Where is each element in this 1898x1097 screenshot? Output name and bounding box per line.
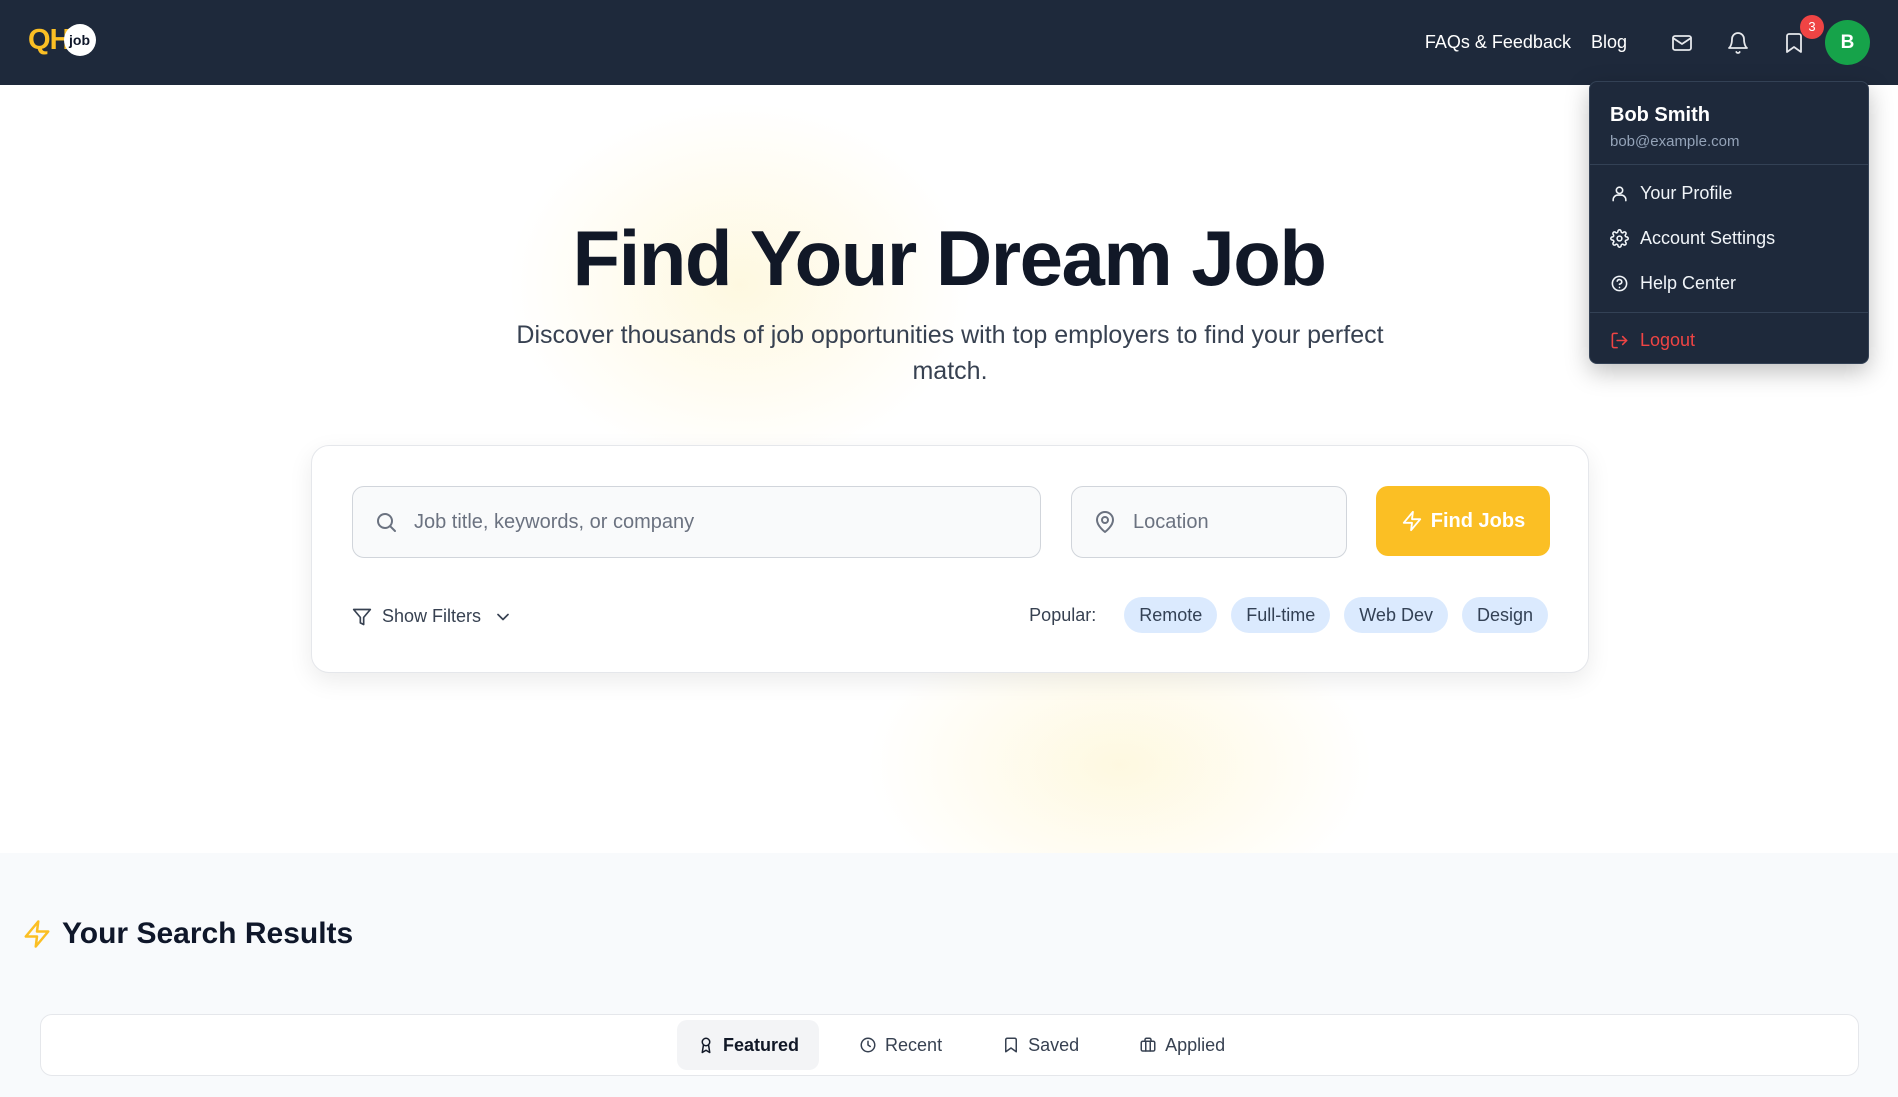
- keyword-input[interactable]: [414, 510, 1040, 534]
- tab-label: Recent: [885, 1034, 943, 1055]
- keyword-search-box: [352, 486, 1041, 558]
- show-filters-toggle[interactable]: Show Filters: [352, 606, 513, 627]
- mail-icon[interactable]: [1669, 30, 1695, 56]
- bell-icon[interactable]: [1725, 30, 1751, 56]
- location-search-box: [1071, 486, 1347, 558]
- tab-recent[interactable]: Recent: [839, 1020, 962, 1070]
- chevron-down-icon: [497, 613, 509, 620]
- nav-right: FAQs & Feedback Blog 3 B: [1425, 0, 1870, 85]
- user-icon: [1612, 186, 1627, 202]
- popular-label: Popular:: [1029, 604, 1097, 625]
- nav-link-blog[interactable]: Blog: [1591, 32, 1627, 53]
- menu-item-help-center[interactable]: Help Center: [1590, 261, 1868, 306]
- lightning-icon: [1402, 510, 1421, 532]
- search-icon: [377, 513, 396, 532]
- bookmark-icon[interactable]: 3: [1781, 14, 1824, 56]
- tab-saved[interactable]: Saved: [982, 1020, 1099, 1070]
- help-circle-icon: [1611, 275, 1628, 292]
- top-navbar: QH job FAQs & Feedback Blog 3 B: [0, 0, 1898, 85]
- popular-tag-design[interactable]: Design: [1461, 597, 1548, 633]
- menu-item-label: Your Profile: [1640, 183, 1733, 203]
- results-title: Your Search Results: [62, 917, 354, 950]
- popular-tag-full-time[interactable]: Full-time: [1231, 597, 1331, 633]
- award-icon: [701, 1037, 711, 1054]
- show-filters-label: Show Filters: [382, 606, 482, 626]
- logout-label: Logout: [1640, 329, 1696, 350]
- search-card: Find Jobs Show Filters Popular: Remote F…: [311, 445, 1589, 673]
- hero-subtitle: Discover thousands of job opportunities …: [516, 321, 1384, 385]
- find-jobs-button[interactable]: Find Jobs: [1376, 486, 1550, 556]
- user-email: bob@example.com: [1610, 133, 1740, 150]
- popular-tag-remote[interactable]: Remote: [1124, 597, 1218, 633]
- user-menu-items: Your Profile Account Settings Help Cente…: [1590, 165, 1868, 313]
- tab-label: Applied: [1165, 1034, 1226, 1055]
- nav-link-faq[interactable]: FAQs & Feedback: [1425, 32, 1571, 53]
- logout-icon: [1611, 332, 1628, 348]
- tab-featured[interactable]: Featured: [677, 1020, 820, 1070]
- tab-label: Featured: [723, 1034, 800, 1055]
- user-menu-header: Bob Smith bob@example.com: [1590, 82, 1868, 165]
- menu-item-account-settings[interactable]: Account Settings: [1590, 216, 1868, 261]
- site-logo[interactable]: QH job: [28, 24, 96, 56]
- briefcase-icon: [1140, 1037, 1156, 1052]
- bookmark-count-badge: 3: [1800, 14, 1824, 39]
- menu-item-label: Help Center: [1640, 273, 1737, 293]
- lightning-icon: [24, 920, 50, 948]
- gear-icon: [1610, 229, 1629, 248]
- popular-tag-web-dev[interactable]: Web Dev: [1344, 597, 1448, 633]
- bookmark-icon: [1005, 1037, 1018, 1053]
- tab-label: Saved: [1028, 1034, 1080, 1055]
- menu-item-label: Account Settings: [1640, 228, 1776, 248]
- search-results-section: Your Search Results Featured Recent Save…: [0, 853, 1898, 1097]
- user-avatar[interactable]: B: [1825, 20, 1870, 65]
- map-pin-icon: [1096, 511, 1114, 533]
- user-menu-dropdown: Bob Smith bob@example.com Your Profile A…: [1589, 81, 1869, 364]
- find-jobs-label: Find Jobs: [1430, 509, 1526, 532]
- logo-badge: job: [63, 24, 96, 56]
- menu-item-your-profile[interactable]: Your Profile: [1590, 171, 1868, 216]
- location-input[interactable]: [1133, 510, 1346, 534]
- clock-icon: [860, 1037, 876, 1053]
- results-heading: Your Search Results: [22, 917, 353, 951]
- results-tabs-bar: Featured Recent Saved Applied: [40, 1014, 1859, 1076]
- logout-button[interactable]: Logout: [1590, 313, 1868, 367]
- filter-icon: [352, 608, 372, 625]
- popular-tags: Popular: Remote Full-time Web Dev Design: [1029, 597, 1548, 633]
- results-tabs: Featured Recent Saved Applied: [677, 1020, 1265, 1070]
- user-name: Bob Smith: [1610, 104, 1710, 126]
- tab-applied[interactable]: Applied: [1119, 1020, 1245, 1070]
